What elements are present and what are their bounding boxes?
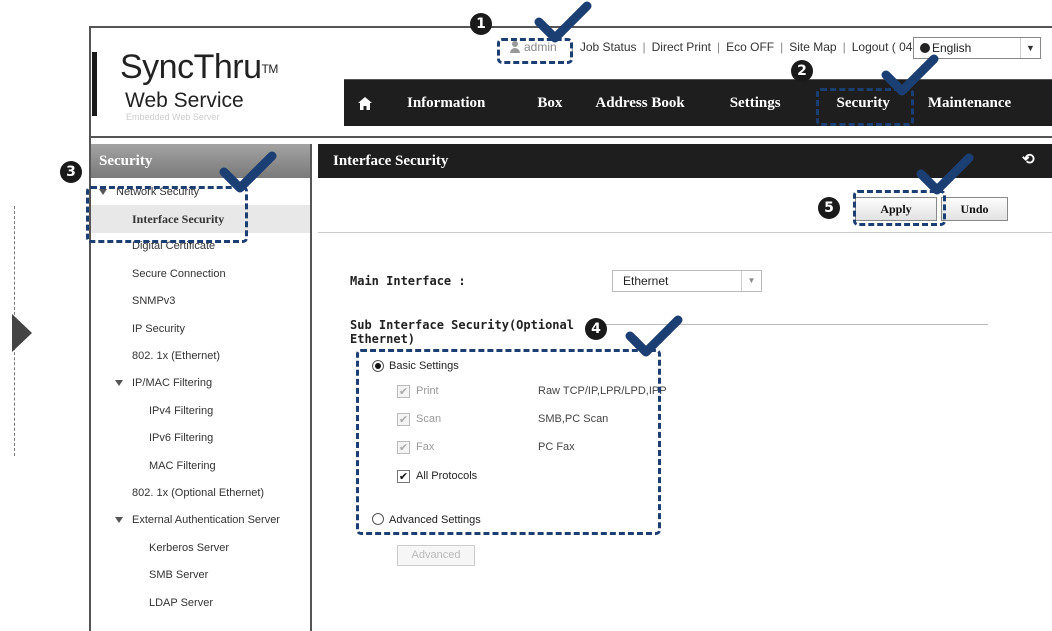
main-interface-label: Main Interface :: [350, 274, 466, 288]
sidebar-item-ipv6-filtering[interactable]: IPv6 Filtering: [91, 425, 310, 452]
callout-number-2: 2: [791, 60, 813, 82]
callout-number-1: 1: [470, 13, 492, 35]
checkmark-icon: [534, 1, 592, 43]
sidebar-item-label: 802. 1x (Ethernet): [132, 350, 221, 363]
sidebar-item-label: SMB Server: [149, 569, 209, 582]
sidebar-item-external-auth-server[interactable]: External Authentication Server: [91, 507, 310, 534]
menu-box[interactable]: Box: [537, 95, 562, 112]
brand-bar: [92, 52, 97, 116]
callout-number-3: 3: [60, 161, 82, 183]
header-divider: [91, 136, 1052, 138]
sidebar-item-8021x-optional-ethernet[interactable]: 802. 1x (Optional Ethernet): [91, 479, 310, 506]
sidebar-item-ldap-server[interactable]: LDAP Server: [91, 589, 310, 616]
sidebar-list: Network Security Interface Security Digi…: [91, 178, 310, 616]
sidebar-item-ip-security[interactable]: IP Security: [91, 315, 310, 342]
syncthru-logo: SyncThruTM Web Service Embedded Web Serv…: [120, 50, 320, 122]
sidebar-item-secure-connection[interactable]: Secure Connection: [91, 260, 310, 287]
menu-address-book[interactable]: Address Book: [595, 95, 684, 112]
menu-maintenance[interactable]: Maintenance: [928, 95, 1011, 112]
sidebar-item-label: SNMPv3: [132, 295, 176, 308]
callout-number-5: 5: [818, 197, 840, 219]
sidebar-item-label: IPv6 Filtering: [149, 432, 214, 445]
chevron-down-icon: ▼: [741, 271, 761, 291]
logo-subtitle: Web Service: [125, 89, 244, 112]
left-arrow-icon: [12, 314, 32, 352]
sidebar-item-snmpv3[interactable]: SNMPv3: [91, 288, 310, 315]
language-value: English: [932, 41, 972, 55]
logo-title: SyncThru: [120, 48, 262, 86]
content-divider: [318, 232, 1052, 233]
logo-tm: TM: [261, 62, 279, 76]
sidebar-item-label: MAC Filtering: [149, 459, 216, 472]
refresh-icon[interactable]: ⟲: [1022, 152, 1036, 168]
direct-print-link[interactable]: Direct Print: [652, 40, 711, 54]
callout-box-network-security: [86, 186, 248, 243]
separator: |: [642, 40, 646, 54]
sidebar-item-ipv4-filtering[interactable]: IPv4 Filtering: [91, 397, 310, 424]
sidebar-item-mac-filtering[interactable]: MAC Filtering: [91, 452, 310, 479]
callout-number-4: 4: [585, 318, 607, 340]
sidebar-item-label: 802. 1x (Optional Ethernet): [132, 486, 265, 499]
checkmark-icon: [219, 151, 277, 193]
main-interface-select[interactable]: Ethernet ▼: [612, 270, 762, 292]
main-interface-value: Ethernet: [623, 274, 669, 288]
sidebar-item-label: External Authentication Server: [132, 514, 280, 527]
expand-triangle-icon: [115, 517, 123, 524]
separator: |: [842, 40, 846, 54]
checkmark-icon: [881, 54, 939, 96]
sidebar-item-8021x-ethernet[interactable]: 802. 1x (Ethernet): [91, 342, 310, 369]
checkmark-icon: [625, 315, 683, 357]
advanced-button: Advanced: [397, 545, 475, 566]
sidebar-item-label: IP/MAC Filtering: [132, 377, 213, 390]
chevron-down-icon: ▼: [1020, 38, 1040, 58]
page-title: Interface Security: [333, 153, 449, 169]
callout-box-sub-interface: [356, 349, 661, 535]
sidebar-item-label: Secure Connection: [132, 267, 226, 280]
menu-information[interactable]: Information: [407, 95, 485, 112]
eco-link[interactable]: Eco OFF: [726, 40, 774, 54]
home-icon[interactable]: [358, 97, 372, 110]
sidebar-item-smb-server[interactable]: SMB Server: [91, 561, 310, 588]
main-menu: Information Box Address Book Settings Se…: [344, 79, 1052, 126]
sidebar-item-kerberos-server[interactable]: Kerberos Server: [91, 534, 310, 561]
sidebar-item-label: IPv4 Filtering: [149, 404, 214, 417]
sidebar-item-ip-mac-filtering[interactable]: IP/MAC Filtering: [91, 370, 310, 397]
sub-interface-title: Sub Interface Security(Optional Ethernet…: [350, 318, 574, 346]
sidebar-item-label: IP Security: [132, 322, 185, 335]
separator: |: [716, 40, 721, 54]
sidebar-item-label: Kerberos Server: [149, 541, 230, 554]
sidebar-item-label: LDAP Server: [149, 596, 213, 609]
undo-button[interactable]: Undo: [941, 197, 1008, 221]
globe-icon: [920, 43, 930, 53]
site-map-link[interactable]: Site Map: [789, 40, 836, 54]
menu-settings[interactable]: Settings: [730, 95, 781, 112]
logo-tagline: Embedded Web Server: [126, 112, 220, 122]
checkmark-icon: [916, 153, 974, 195]
separator: |: [780, 40, 784, 54]
expand-triangle-icon: [115, 380, 123, 387]
